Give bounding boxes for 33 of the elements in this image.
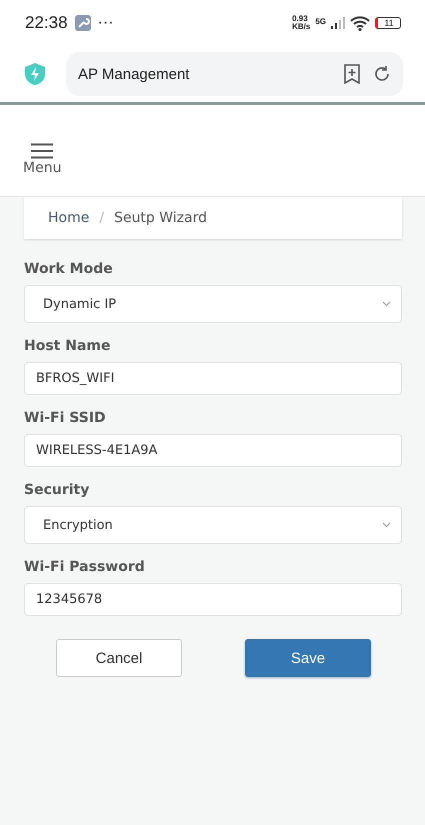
breadcrumb-separator: / xyxy=(99,210,104,226)
shield-icon xyxy=(24,62,46,86)
page-title: AP Management xyxy=(78,66,190,82)
clock-time: 22:38 xyxy=(25,13,68,33)
reload-icon[interactable] xyxy=(373,65,391,83)
input-field[interactable]: 12345678 xyxy=(24,583,402,616)
dropdown-field[interactable]: Dynamic IP xyxy=(24,285,402,323)
menu-button[interactable]: Menu xyxy=(23,143,62,176)
breadcrumb-link[interactable]: Home xyxy=(48,210,90,226)
field-label: Work Mode xyxy=(24,261,114,277)
wifi-icon xyxy=(350,16,370,30)
input-field[interactable]: BFROS_WIFI xyxy=(24,362,402,395)
speed-value: 0.93 xyxy=(292,15,309,23)
breadcrumb-current: Seutp Wizard xyxy=(114,210,208,226)
cancel-button[interactable]: Cancel xyxy=(56,639,182,677)
add-bookmark-icon[interactable] xyxy=(343,64,361,84)
field-label: Host Name xyxy=(24,338,112,354)
field-label: Security xyxy=(24,482,90,498)
signal-icon xyxy=(331,17,345,29)
speed-unit: KB/s xyxy=(292,23,310,31)
field-label: Wi-Fi SSID xyxy=(24,410,107,426)
address-bar[interactable]: AP Management xyxy=(66,52,403,96)
chevron-down-icon xyxy=(382,522,391,528)
more-notifications: ··· xyxy=(98,14,114,32)
chevron-down-icon xyxy=(382,301,391,307)
dropdown-field[interactable]: Encryption xyxy=(24,506,402,544)
battery-level: 11 xyxy=(375,17,401,29)
wrench-icon xyxy=(74,15,91,31)
field-label: Wi-Fi Password xyxy=(24,559,146,575)
network-type: 5G xyxy=(315,17,326,26)
save-button[interactable]: Save xyxy=(245,639,371,677)
menu-icon xyxy=(31,143,54,159)
input-field[interactable]: WIRELESS-4E1A9A xyxy=(24,434,402,467)
